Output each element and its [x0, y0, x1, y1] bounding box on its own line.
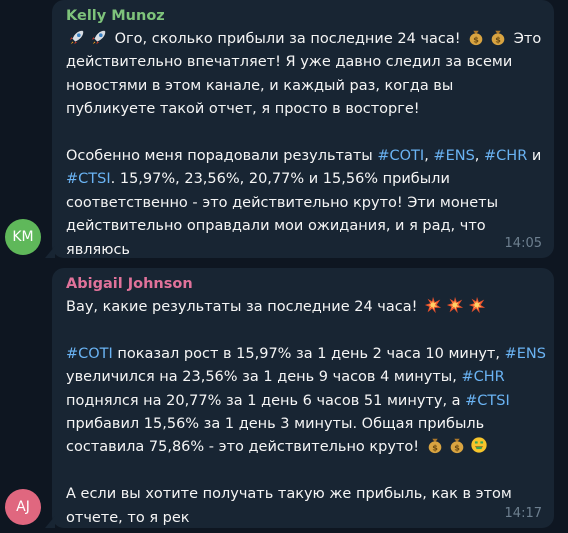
hashtag-ctsi[interactable]: #CTSI [66, 171, 111, 187]
hashtag-ens[interactable]: #ENS [505, 346, 546, 362]
bubble-tail [45, 516, 55, 528]
collision-icon [444, 296, 466, 315]
message-time-2: 14:17 [504, 506, 542, 521]
hashtag-chr[interactable]: #CHR [461, 369, 504, 385]
sender-name-1[interactable]: Kelly Munoz [66, 6, 540, 26]
message-bubble-1[interactable]: Kelly Munoz Ого, сколько прибыли за посл… [45, 0, 554, 258]
money-bag-icon: $ [446, 439, 468, 455]
money-bag-icon: $ [465, 30, 487, 47]
avatar-abigail[interactable]: AJ [5, 489, 41, 525]
money-mouth-face-icon [468, 437, 490, 455]
avatar-kelly[interactable]: KM [5, 219, 41, 255]
money-bag-icon: $ [424, 439, 446, 455]
message-text-2: Вау, какие результаты за последние 24 ча… [66, 296, 546, 530]
message-bubble-2[interactable]: Abigail Johnson Вау, какие результаты за… [45, 268, 554, 530]
svg-text:$: $ [432, 443, 438, 453]
message-time-1: 14:05 [504, 236, 542, 251]
svg-text:$: $ [473, 34, 479, 44]
rocket-icon [88, 30, 110, 47]
svg-text:$: $ [454, 443, 460, 453]
money-bag-icon: $ [487, 30, 509, 47]
hashtag-ens[interactable]: #ENS [433, 148, 474, 164]
message-text-1: Ого, сколько прибыли за последние 24 час… [66, 30, 542, 258]
hashtag-coti[interactable]: #COTI [66, 346, 113, 362]
svg-text:$: $ [495, 34, 501, 44]
hashtag-ctsi[interactable]: #CTSI [465, 393, 510, 409]
hashtag-coti[interactable]: #COTI [377, 148, 424, 164]
rocket-icon [66, 30, 88, 47]
hashtag-chr[interactable]: #CHR [484, 148, 527, 164]
bubble-tail [45, 246, 55, 258]
chat-view: Kelly Munoz Ого, сколько прибыли за посл… [0, 0, 568, 533]
collision-icon [422, 296, 444, 315]
sender-name-2[interactable]: Abigail Johnson [66, 274, 540, 294]
collision-icon [466, 296, 488, 315]
